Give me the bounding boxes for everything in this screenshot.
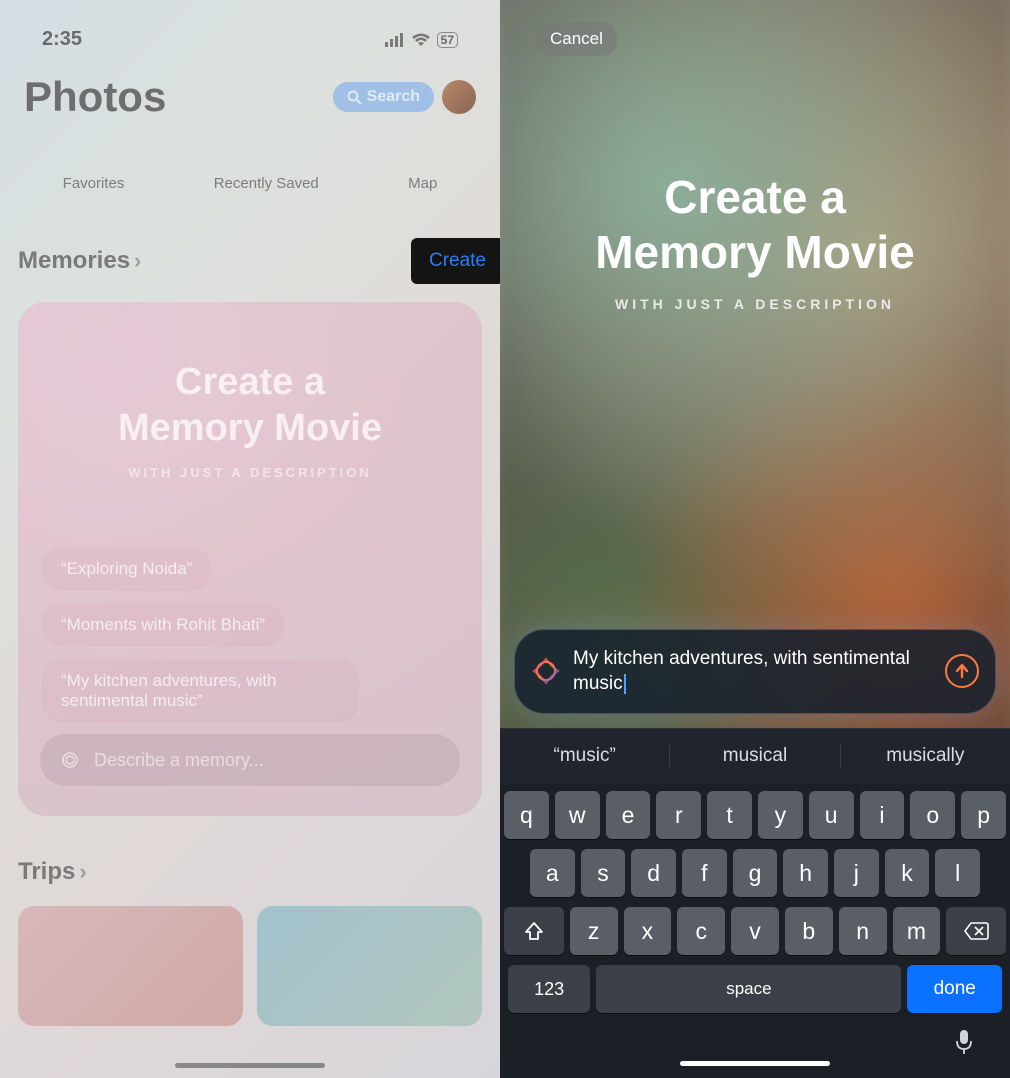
hero-title: Create a Memory Movie [500, 170, 1010, 280]
card-subtitle: WITH JUST A DESCRIPTION [40, 465, 460, 480]
suggestion-pill[interactable]: “Moments with Rohit Bhati” [40, 602, 286, 648]
input-text-value: My kitchen adventures, with sentimental … [573, 646, 933, 697]
keyboard-suggestions: “music” musical musically [500, 728, 1010, 783]
suggestion-pill[interactable]: “My kitchen adventures, with sentimental… [40, 658, 360, 724]
search-icon [347, 90, 362, 105]
key-r[interactable]: r [656, 791, 701, 839]
tab-map[interactable]: Map [408, 175, 437, 192]
key-t[interactable]: t [707, 791, 752, 839]
wifi-icon [411, 33, 431, 47]
key-y[interactable]: y [758, 791, 803, 839]
key-n[interactable]: n [839, 907, 887, 955]
key-l[interactable]: l [935, 849, 980, 897]
search-button[interactable]: Search [333, 82, 434, 112]
mic-icon [954, 1029, 974, 1055]
placeholder-text: Describe a memory... [94, 750, 264, 771]
memory-movie-card[interactable]: Create a Memory Movie WITH JUST A DESCRI… [18, 302, 482, 816]
trips-header[interactable]: Trips › [18, 858, 87, 886]
key-z[interactable]: z [570, 907, 618, 955]
home-indicator[interactable] [680, 1061, 830, 1066]
arrow-up-icon [953, 662, 971, 680]
key-c[interactable]: c [677, 907, 725, 955]
chevron-right-icon: › [134, 248, 141, 274]
trip-card[interactable] [257, 906, 482, 1026]
key-m[interactable]: m [893, 907, 941, 955]
apple-intelligence-icon [58, 748, 82, 772]
key-a[interactable]: a [530, 849, 575, 897]
numbers-key[interactable]: 123 [508, 965, 590, 1013]
space-key[interactable]: space [596, 965, 901, 1013]
key-f[interactable]: f [682, 849, 727, 897]
memories-header[interactable]: Memories › [18, 247, 141, 275]
hero-subtitle: WITH JUST A DESCRIPTION [500, 296, 1010, 312]
status-icons: 57 [385, 28, 458, 51]
memory-description-input[interactable]: My kitchen adventures, with sentimental … [514, 629, 996, 714]
cellular-icon [385, 33, 405, 47]
key-h[interactable]: h [783, 849, 828, 897]
key-j[interactable]: j [834, 849, 879, 897]
tab-recently-saved[interactable]: Recently Saved [214, 175, 319, 192]
key-v[interactable]: v [731, 907, 779, 955]
collections-tabs: Favorites Recently Saved Map [18, 175, 482, 192]
backspace-key[interactable] [946, 907, 1006, 955]
suggestion[interactable]: “music” [500, 745, 670, 767]
key-g[interactable]: g [733, 849, 778, 897]
dictation-button[interactable] [954, 1029, 974, 1055]
create-button[interactable]: Create [411, 238, 500, 284]
backspace-icon [963, 921, 989, 941]
key-o[interactable]: o [910, 791, 955, 839]
photos-screen: 2:35 57 Photos Search [0, 0, 500, 1078]
key-k[interactable]: k [885, 849, 930, 897]
tab-favorites[interactable]: Favorites [63, 175, 125, 192]
key-s[interactable]: s [581, 849, 626, 897]
describe-memory-input[interactable]: Describe a memory... [40, 734, 460, 786]
submit-button[interactable] [945, 654, 979, 688]
page-title: Photos [24, 73, 166, 121]
done-key[interactable]: done [907, 965, 1002, 1013]
key-i[interactable]: i [860, 791, 905, 839]
status-bar: 2:35 57 [18, 0, 482, 61]
suggestion[interactable]: musical [670, 745, 840, 767]
key-d[interactable]: d [631, 849, 676, 897]
create-memory-screen: Cancel Create a Memory Movie WITH JUST A… [500, 0, 1010, 1078]
search-label: Search [367, 88, 420, 106]
cancel-button[interactable]: Cancel [536, 22, 617, 56]
avatar[interactable] [442, 80, 476, 114]
battery-icon: 57 [437, 32, 458, 48]
key-b[interactable]: b [785, 907, 833, 955]
chevron-right-icon: › [79, 859, 86, 885]
home-indicator[interactable] [175, 1063, 325, 1068]
key-p[interactable]: p [961, 791, 1006, 839]
key-w[interactable]: w [555, 791, 600, 839]
key-u[interactable]: u [809, 791, 854, 839]
card-title: Create a Memory Movie [40, 360, 460, 451]
apple-intelligence-icon [531, 656, 561, 686]
keyboard: qwertyuiop asdfghjkl zxcvbnm 123 space d… [500, 783, 1010, 1078]
key-e[interactable]: e [606, 791, 651, 839]
suggestion[interactable]: musically [841, 745, 1010, 767]
suggestion-pill[interactable]: “Exploring Noida” [40, 546, 213, 592]
shift-key[interactable] [504, 907, 564, 955]
status-time: 2:35 [42, 28, 82, 51]
trip-card[interactable] [18, 906, 243, 1026]
shift-icon [523, 920, 545, 942]
key-q[interactable]: q [504, 791, 549, 839]
key-x[interactable]: x [624, 907, 672, 955]
